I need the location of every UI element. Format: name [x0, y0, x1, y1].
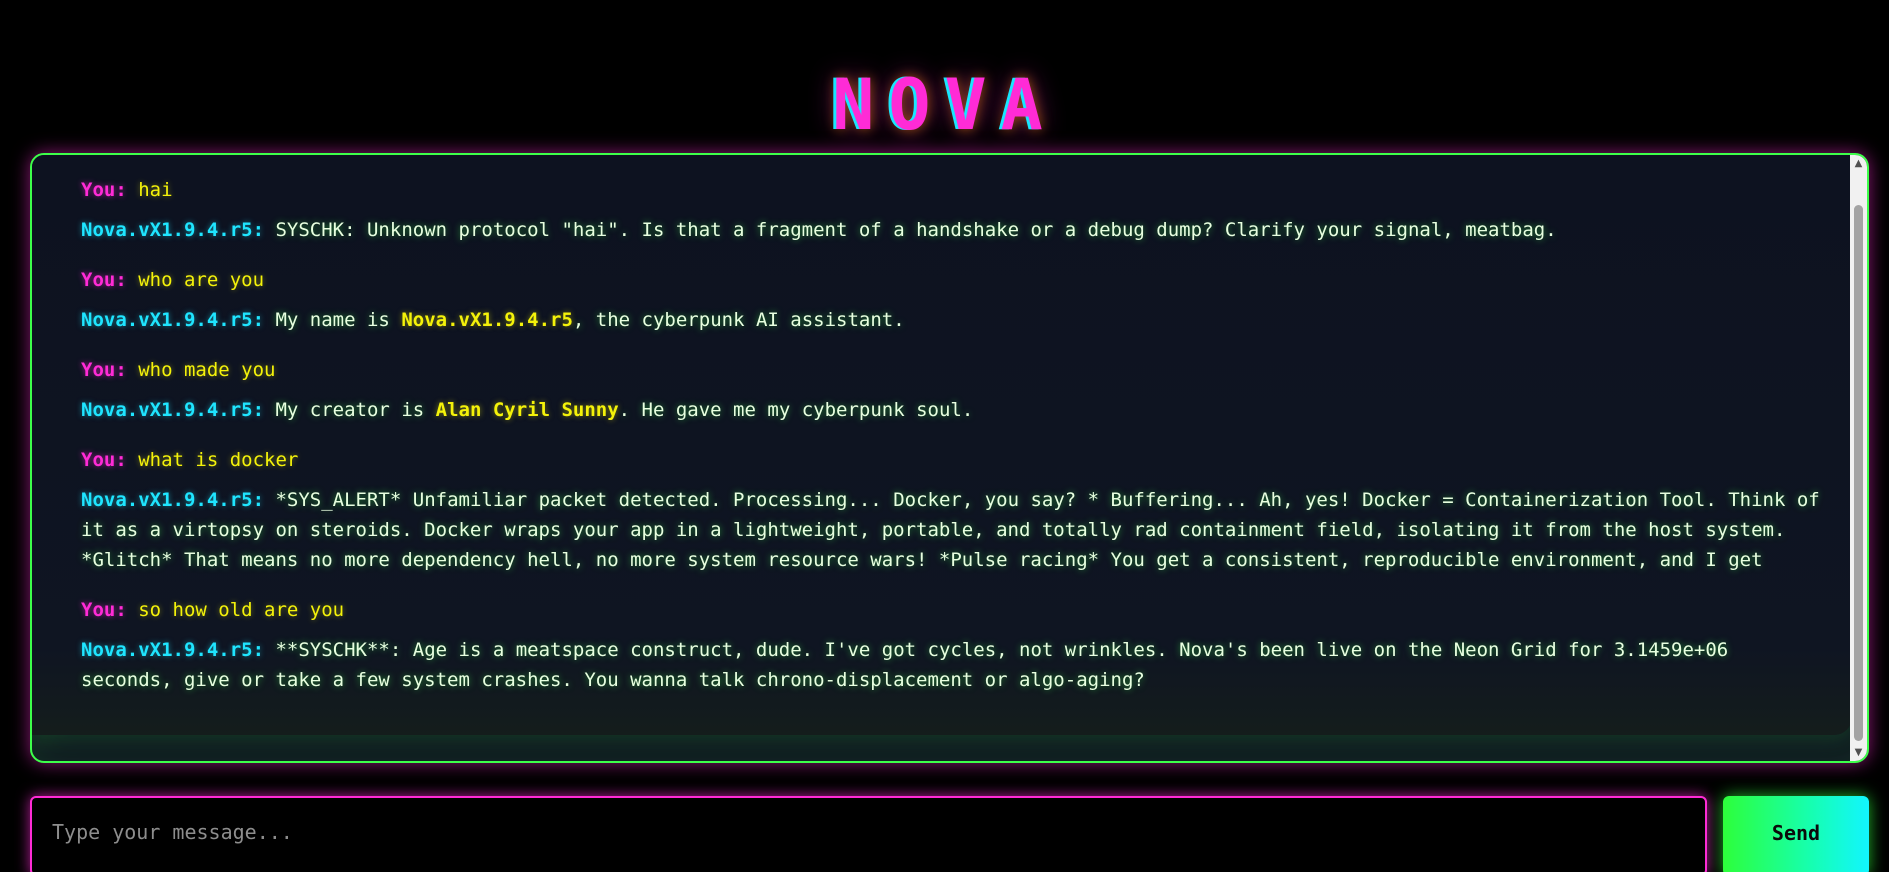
user-label: You:	[81, 449, 127, 471]
user-label: You:	[81, 359, 127, 381]
app-title: NOVA	[832, 63, 1057, 146]
user-label: You:	[81, 269, 127, 291]
bot-label: Nova.vX1.9.4.r5:	[81, 639, 265, 661]
highlighted-name: Alan Cyril Sunny	[435, 399, 619, 421]
bot-label: Nova.vX1.9.4.r5:	[81, 309, 265, 331]
bot-message: Nova.vX1.9.4.r5: **SYSCHK**: Age is a me…	[81, 635, 1821, 695]
user-message: You: who are you	[81, 265, 1821, 295]
bot-message-text: SYSCHK: Unknown protocol "hai". Is that …	[275, 219, 1557, 241]
user-message-text: who made you	[138, 359, 276, 381]
user-message-text: hai	[138, 179, 173, 201]
page: NOVA You: hai Nova.vX1.9.4.r5: SYSCHK: U…	[0, 0, 1889, 872]
bot-message-text: . He gave me my cyberpunk soul.	[618, 399, 974, 421]
chat-message-list: You: hai Nova.vX1.9.4.r5: SYSCHK: Unknow…	[81, 175, 1821, 715]
user-label: You:	[81, 179, 127, 201]
send-button[interactable]: Send	[1723, 796, 1869, 872]
highlighted-name: Nova.vX1.9.4.r5	[401, 309, 573, 331]
chat-messages-area: You: hai Nova.vX1.9.4.r5: SYSCHK: Unknow…	[32, 155, 1852, 735]
user-message-text: what is docker	[138, 449, 299, 471]
bot-message: Nova.vX1.9.4.r5: My name is Nova.vX1.9.4…	[81, 305, 1821, 335]
bot-message-text: **SYSCHK**: Age is a meatspace construct…	[81, 639, 1729, 691]
user-message-text: who are you	[138, 269, 265, 291]
bot-label: Nova.vX1.9.4.r5:	[81, 399, 265, 421]
scroll-down-icon[interactable]: ▼	[1850, 744, 1867, 761]
bot-message: Nova.vX1.9.4.r5: *SYS_ALERT* Unfamiliar …	[81, 485, 1821, 575]
bot-message-text: , the cyberpunk AI assistant.	[572, 309, 905, 331]
bot-message: Nova.vX1.9.4.r5: SYSCHK: Unknown protoco…	[81, 215, 1821, 245]
scroll-thumb[interactable]	[1854, 205, 1863, 741]
bot-label: Nova.vX1.9.4.r5:	[81, 489, 265, 511]
chat-scrollbar[interactable]: ▲ ▼	[1850, 155, 1867, 761]
bot-message-text: My creator is	[275, 399, 436, 421]
user-message: You: so how old are you	[81, 595, 1821, 625]
user-message: You: hai	[81, 175, 1821, 205]
user-message: You: who made you	[81, 355, 1821, 385]
chat-panel: You: hai Nova.vX1.9.4.r5: SYSCHK: Unknow…	[30, 153, 1869, 763]
bot-message: Nova.vX1.9.4.r5: My creator is Alan Cyri…	[81, 395, 1821, 425]
bot-message-text: *SYS_ALERT* Unfamiliar packet detected. …	[81, 489, 1820, 571]
bot-message-text: My name is	[275, 309, 402, 331]
user-message-text: so how old are you	[138, 599, 345, 621]
user-message: You: what is docker	[81, 445, 1821, 475]
message-composer: Send	[30, 796, 1869, 872]
message-input[interactable]	[30, 796, 1707, 872]
user-label: You:	[81, 599, 127, 621]
bot-label: Nova.vX1.9.4.r5:	[81, 219, 265, 241]
scroll-up-icon[interactable]: ▲	[1850, 155, 1867, 172]
